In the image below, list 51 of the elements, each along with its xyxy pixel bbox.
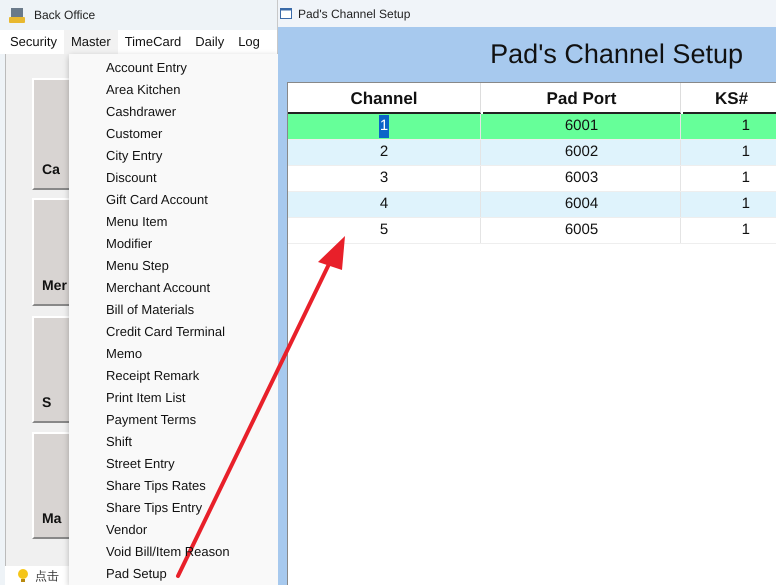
dropdown-item[interactable]: Payment Terms [106, 410, 196, 430]
dropdown-item[interactable]: Customer [106, 124, 162, 144]
dropdown-item[interactable]: Menu Item [106, 212, 168, 232]
dropdown-item[interactable]: Menu Step [106, 256, 169, 276]
dropdown-item[interactable]: Account Entry [106, 58, 187, 78]
table-cell-text: 6004 [564, 194, 598, 214]
window-title: Pad's Channel Setup [298, 6, 410, 22]
table-row[interactable]: 3 6003 1 [288, 166, 776, 192]
dropdown-item[interactable]: Credit Card Terminal [106, 322, 225, 342]
table-cell-text: 1 [742, 116, 750, 136]
dropdown-item[interactable]: City Entry [106, 146, 162, 166]
dropdown-item[interactable]: Memo [106, 344, 142, 364]
table-cell-text: 2 [380, 142, 388, 162]
dropdown-item[interactable]: Discount [106, 168, 157, 188]
table-cell-text: 5 [380, 220, 388, 240]
dropdown-item[interactable]: Merchant Account [106, 278, 210, 298]
table-row[interactable]: 5 6005 1 [288, 218, 776, 244]
dropdown-item[interactable]: Shift [106, 432, 132, 452]
dropdown-item[interactable]: Receipt Remark [106, 366, 200, 386]
dropdown-item[interactable]: Vendor [106, 520, 148, 540]
table-cell-text: 6005 [564, 220, 598, 240]
table-cell-text: 6001 [564, 116, 598, 136]
menu-item[interactable]: Master [64, 30, 118, 54]
window-title: Back Office [34, 7, 96, 24]
dropdown-item[interactable]: Cashdrawer [106, 102, 176, 122]
dropdown-item[interactable]: Share Tips Entry [106, 498, 202, 518]
dropdown-item[interactable]: Street Entry [106, 454, 175, 474]
table-cell-text: 1 [742, 194, 750, 214]
table-cell-text: 6003 [564, 168, 598, 188]
page-heading: Pad's Channel Setup [490, 38, 743, 72]
dropdown-item[interactable]: Pad Setup [106, 564, 167, 584]
table-cell-text: 1 [742, 168, 750, 188]
dropdown-item[interactable]: Print Item List [106, 388, 186, 408]
table-cell-text: 6002 [564, 142, 598, 162]
dropdown-item[interactable]: Share Tips Rates [106, 476, 206, 496]
lightbulb-icon [17, 568, 29, 582]
dropdown-item[interactable]: Bill of Materials [106, 300, 194, 320]
table-cell: 1 [378, 115, 390, 138]
window-icon [280, 8, 292, 19]
dropdown-item[interactable]: Gift Card Account [106, 190, 208, 210]
dropdown-item[interactable]: Modifier [106, 234, 152, 254]
table-cell-text: 3 [380, 168, 388, 188]
table-row[interactable]: 4 6004 1 [288, 192, 776, 218]
table-row[interactable]: 2 6002 1 [288, 140, 776, 166]
table-cell-text: 1 [742, 220, 750, 240]
app-icon [8, 6, 26, 24]
status-text: 点击 [35, 568, 59, 584]
table-row[interactable]: 1 6001 1 [288, 114, 776, 140]
table-cell-text: 1 [742, 142, 750, 162]
table-cell-text: 4 [380, 194, 388, 214]
dropdown-item[interactable]: Area Kitchen [106, 80, 180, 100]
